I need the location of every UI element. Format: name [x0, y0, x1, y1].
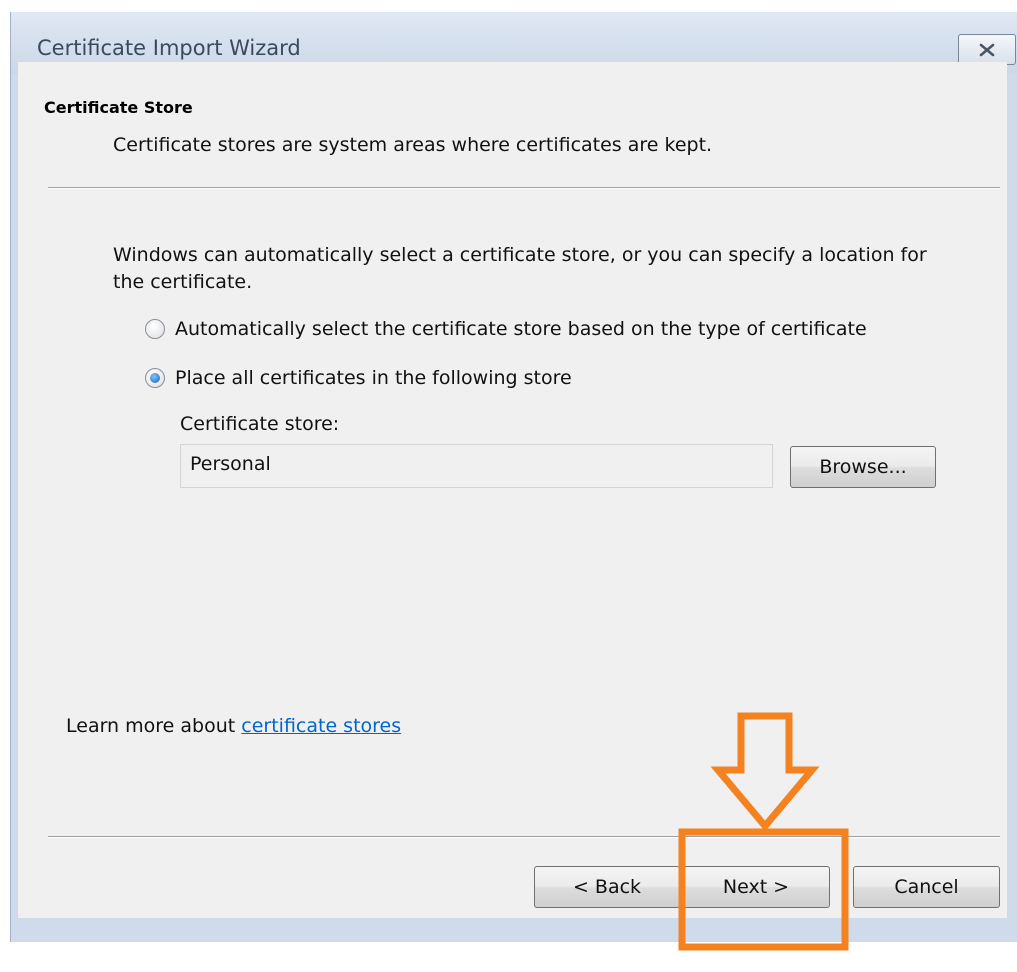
- certificate-store-field: Personal: [180, 444, 773, 488]
- certificate-stores-link[interactable]: certificate stores: [241, 715, 401, 737]
- auto-select-radio[interactable]: [145, 319, 165, 339]
- wizard-client-area: [18, 62, 1007, 918]
- learn-more-text: Learn more about certificate stores: [66, 715, 401, 737]
- page-subtitle: Certificate stores are system areas wher…: [113, 134, 713, 156]
- next-button[interactable]: Next >: [682, 866, 830, 908]
- place-all-radio[interactable]: [145, 368, 165, 388]
- intro-text: Windows can automatically select a certi…: [113, 244, 927, 293]
- footer-divider: [48, 836, 1000, 838]
- back-button[interactable]: < Back: [534, 866, 680, 908]
- close-button[interactable]: [958, 34, 1016, 65]
- certificate-store-label: Certificate store:: [180, 413, 340, 435]
- cancel-button[interactable]: Cancel: [853, 866, 1000, 908]
- auto-select-label: Automatically select the certificate sto…: [175, 318, 867, 340]
- close-x-icon: [979, 43, 995, 56]
- learn-more-prefix: Learn more about: [66, 715, 242, 737]
- header-divider: [48, 187, 1000, 189]
- window-title: Certificate Import Wizard: [37, 36, 301, 60]
- page-title: Certificate Store: [44, 98, 193, 117]
- browse-button[interactable]: Browse...: [790, 446, 936, 488]
- place-all-option[interactable]: Place all certificates in the following …: [145, 367, 572, 389]
- place-all-label: Place all certificates in the following …: [175, 367, 572, 389]
- auto-select-option[interactable]: Automatically select the certificate sto…: [145, 318, 867, 340]
